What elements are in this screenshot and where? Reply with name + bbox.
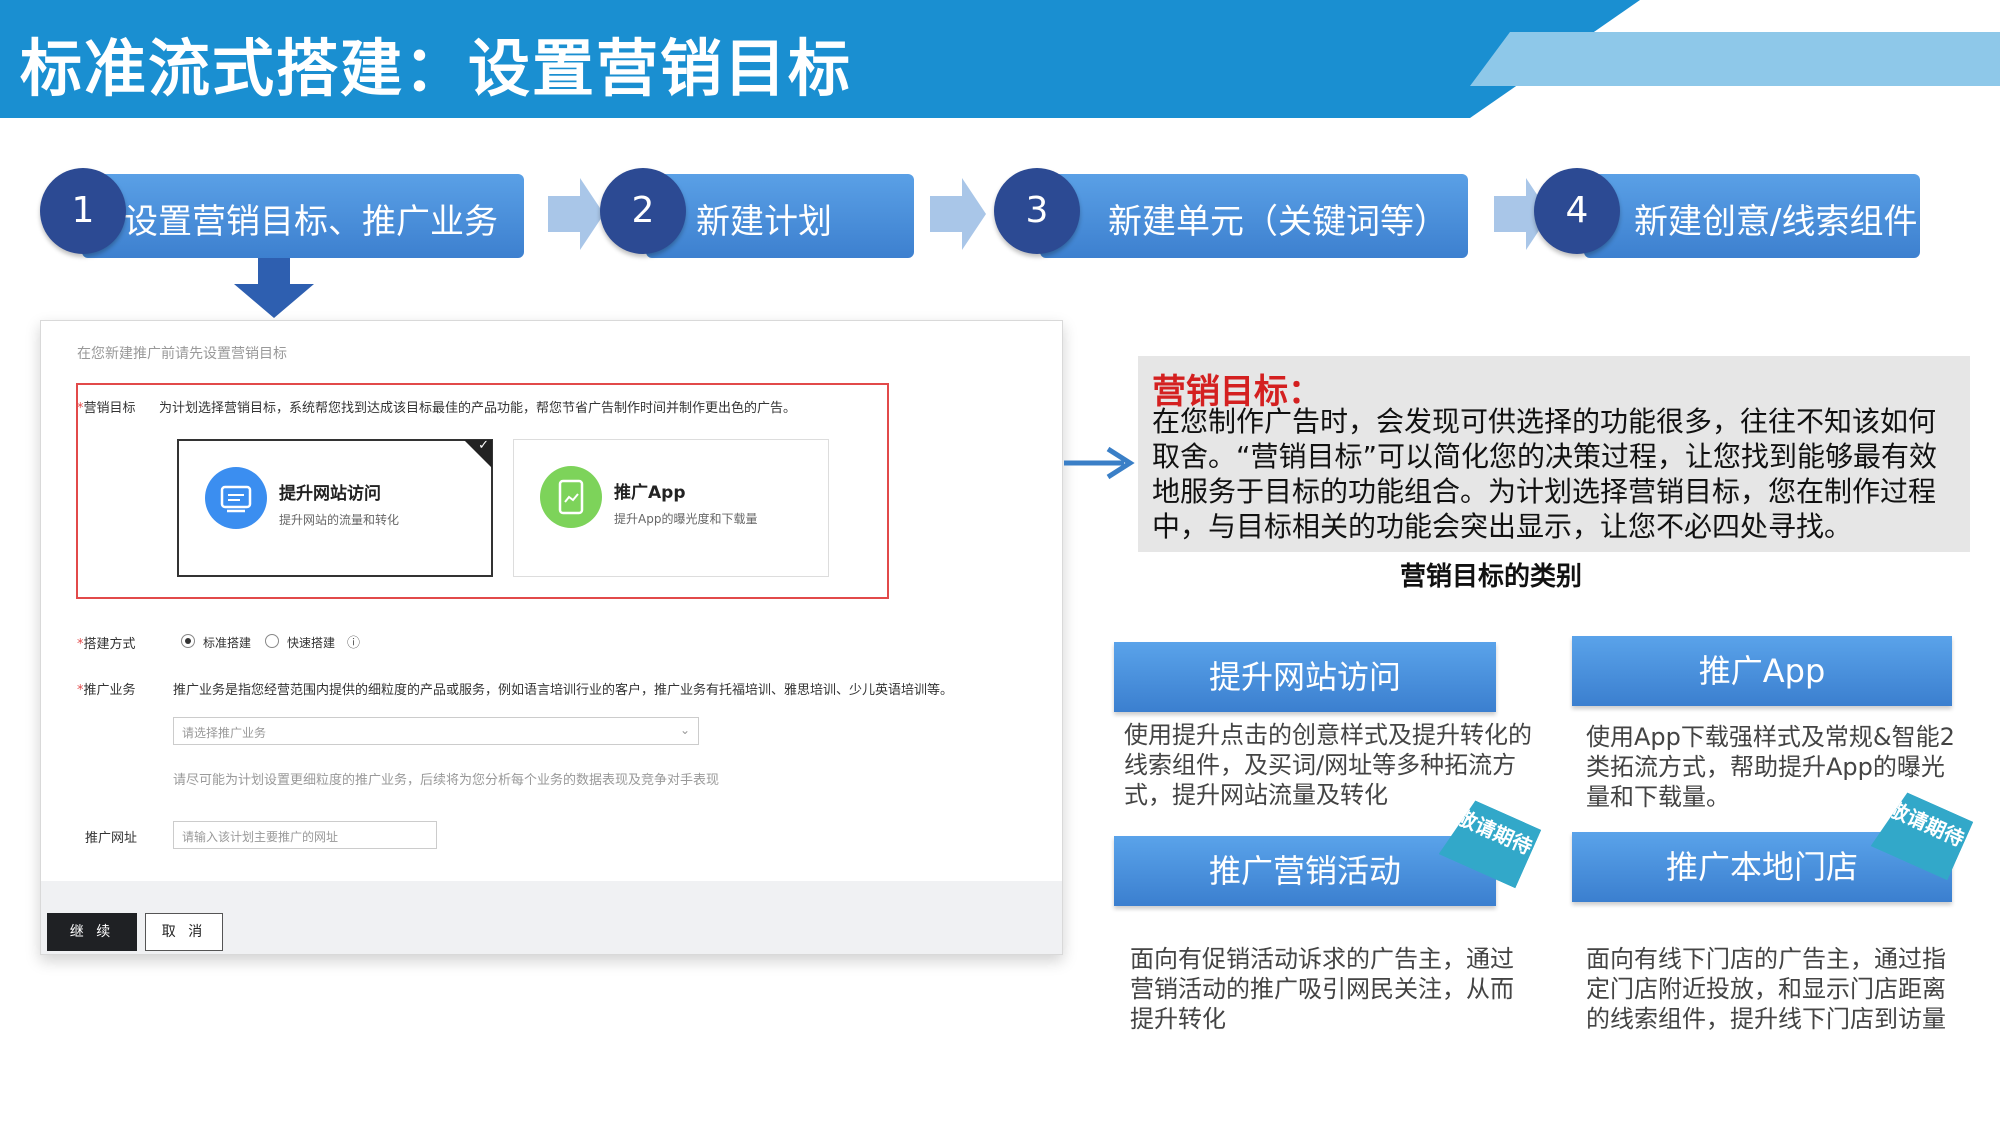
- url-label: 推广网址: [85, 831, 138, 846]
- category-website-desc: 使用提升点击的创意样式及提升转化的线索组件，及买词/网址等多种拓流方式，提升网站…: [1124, 721, 1532, 809]
- biz-select[interactable]: 请选择推广业务 ⌄: [173, 717, 699, 745]
- chevron-down-icon: ⌄: [679, 723, 690, 737]
- url-input[interactable]: 请输入该计划主要推广的网址: [173, 821, 437, 849]
- page-title: 标准流式搭建：设置营销目标: [20, 32, 853, 105]
- categories-title: 营销目标的类别: [1400, 562, 1583, 592]
- category-campaign: 推广营销活动: [1114, 836, 1496, 906]
- header-accent: [1470, 32, 2000, 86]
- explain-box: 营销目标： 在您制作广告时，会发现可供选择的功能很多，往往不知该如何取舍。“营销…: [1138, 356, 1970, 552]
- step-1-number: 1: [40, 168, 126, 254]
- step-4-label: 新建创意/线索组件: [1634, 202, 1918, 242]
- radio-standard[interactable]: [181, 634, 195, 648]
- arrow-right-icon: [1064, 446, 1135, 480]
- build-label-text: 搭建方式: [83, 637, 136, 652]
- biz-description: 推广业务是指您经营范围内提供的细粒度的产品或服务，例如语言培训行业的客户，推广业…: [173, 683, 954, 698]
- step-2-label: 新建计划: [696, 202, 832, 242]
- goal-description: 为计划选择营销目标，系统帮您找到达成该目标最佳的产品功能，帮您节省广告制作时间并…: [159, 401, 797, 416]
- step-3-label: 新建单元（关键词等）: [1108, 202, 1448, 242]
- category-campaign-desc: 面向有促销活动诉求的广告主，通过营销活动的推广吸引网民关注，从而提升转化: [1130, 945, 1514, 1033]
- step-3-number: 3: [994, 168, 1080, 254]
- goal-option-app[interactable]: 推广App 提升App的曝光度和下载量: [513, 439, 829, 577]
- biz-select-placeholder: 请选择推广业务: [182, 726, 267, 740]
- biz-tip: 请尽可能为计划设置更细粒度的推广业务，后续将为您分析每个业务的数据表现及竞争对手…: [173, 773, 720, 788]
- cancel-button[interactable]: 取 消: [145, 913, 223, 951]
- screen-icon: [205, 467, 267, 529]
- goal-label-text: 营销目标: [83, 401, 136, 416]
- radio-standard-label: 标准搭建: [203, 636, 252, 650]
- build-label: *搭建方式: [77, 633, 136, 652]
- radio-quick-label: 快速搭建: [287, 636, 336, 650]
- goal-option-website[interactable]: 提升网站访问 提升网站的流量和转化 ✓: [177, 438, 493, 577]
- form-screenshot: 在您新建推广前请先设置营销目标 *营销目标 为计划选择营销目标，系统帮您找到达成…: [40, 320, 1063, 955]
- url-input-placeholder: 请输入该计划主要推广的网址: [182, 830, 339, 844]
- category-store-desc: 面向有线下门店的广告主，通过指定门店附近投放，和显示门店距离的线索组件，提升线下…: [1586, 945, 1946, 1033]
- goal-option-title: 提升网站访问: [279, 484, 381, 504]
- phone-icon: [540, 466, 602, 528]
- step-3: 新建单元（关键词等）: [1040, 174, 1468, 258]
- arrow-right-icon: [930, 178, 986, 250]
- step-1-label: 设置营销目标、推广业务: [124, 202, 498, 242]
- goal-option-subtitle: 提升网站的流量和转化: [279, 513, 400, 527]
- step-4-number: 4: [1534, 168, 1620, 254]
- check-icon: ✓: [478, 438, 489, 453]
- help-icon[interactable]: ⓘ: [347, 632, 360, 651]
- step-2-number: 2: [600, 168, 686, 254]
- category-website: 提升网站访问: [1114, 642, 1496, 712]
- biz-label: *推广业务: [77, 679, 136, 698]
- goal-label: *营销目标: [77, 397, 136, 416]
- category-app: 推广App: [1572, 636, 1952, 706]
- continue-button[interactable]: 继 续: [47, 913, 137, 951]
- explain-body: 在您制作广告时，会发现可供选择的功能很多，往往不知该如何取舍。“营销目标”可以简…: [1152, 405, 1938, 543]
- form-hint: 在您新建推广前请先设置营销目标: [77, 346, 287, 362]
- step-4: 新建创意/线索组件: [1584, 174, 1920, 258]
- arrow-right-icon: [548, 178, 604, 250]
- arrow-down-icon: [234, 258, 314, 318]
- goal-option-subtitle: 提升App的曝光度和下载量: [614, 512, 758, 526]
- step-2: 新建计划: [646, 174, 914, 258]
- step-1: 设置营销目标、推广业务: [82, 174, 524, 258]
- radio-quick[interactable]: [265, 634, 279, 648]
- goal-option-title: 推广App: [614, 483, 686, 503]
- biz-label-text: 推广业务: [83, 683, 136, 698]
